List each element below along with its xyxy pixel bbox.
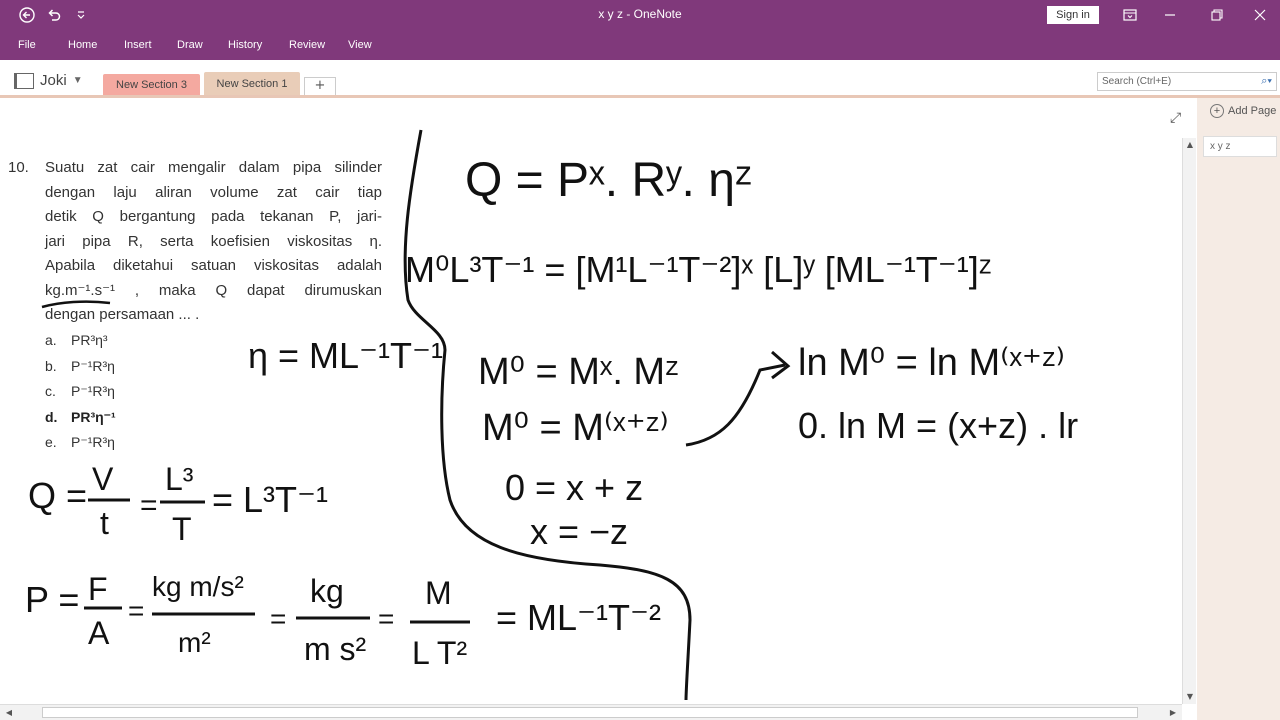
dimension-equation: M⁰L³T⁻¹ = [M¹L⁻¹T⁻²]ˣ [L]ʸ [ML⁻¹T⁻¹]ᶻ	[405, 249, 992, 290]
scroll-left-icon[interactable]: ◀	[2, 706, 16, 720]
search-icon[interactable]: ⌕▾	[1261, 75, 1272, 88]
p-dim-LT2: L T²	[412, 635, 467, 671]
mass-step-2: M⁰ = M⁽ˣ⁺ᶻ⁾	[482, 407, 669, 449]
p-dim-kgms: kg m/s²	[152, 571, 244, 602]
ink-layer: η = ML⁻¹T⁻¹ Q = V t = L³ T = L³T⁻¹ P = F…	[25, 129, 1078, 701]
horizontal-scroll-thumb[interactable]	[42, 707, 1138, 718]
mass-step-3: 0 = x + z	[505, 467, 643, 508]
vertical-scrollbar[interactable]: ▲ ▼	[1182, 138, 1196, 704]
q-dim-l3: L³	[165, 461, 194, 497]
p-dim-M: M	[425, 575, 452, 611]
eta-dimension: η = ML⁻¹T⁻¹	[248, 335, 443, 376]
add-page-label: Add Page	[1228, 105, 1277, 117]
main-equation: Q = Pˣ. Rʸ. ηᶻ	[465, 154, 752, 207]
scroll-right-icon[interactable]: ▶	[1166, 706, 1180, 720]
q-dim-label: Q =	[28, 475, 87, 516]
q-dim-eq: =	[140, 489, 158, 522]
restore-icon[interactable]	[1197, 0, 1237, 30]
close-icon[interactable]	[1240, 0, 1280, 30]
q-dim-t: t	[100, 505, 109, 541]
add-page-button[interactable]: + Add Page	[1210, 104, 1276, 118]
p-dim-eq2: =	[270, 603, 286, 634]
plus-icon: +	[1210, 104, 1224, 118]
p-dim-a: A	[88, 615, 110, 651]
q-dim-T: T	[172, 511, 192, 547]
q-dim-v: V	[92, 461, 114, 497]
page-item[interactable]: x y z	[1203, 136, 1277, 157]
ink-underline	[41, 300, 111, 309]
ink-arrow	[685, 363, 786, 447]
p-dim-ms2: m s²	[304, 631, 367, 667]
horizontal-scrollbar[interactable]: ◀ ▶	[0, 704, 1182, 720]
p-dim-label: P =	[25, 579, 79, 620]
log-step-2: 0. ln M = (x+z) . lr	[798, 405, 1078, 446]
p-dim-eq3: =	[378, 603, 394, 634]
p-dim-m2: m²	[178, 627, 211, 658]
log-step-1: ln M⁰ = ln M⁽ˣ⁺ᶻ⁾	[798, 342, 1065, 384]
p-dim-f: F	[88, 571, 108, 607]
p-dim-eq1: =	[128, 595, 144, 626]
q-dim-result: = L³T⁻¹	[212, 479, 328, 520]
p-dim-result: = ML⁻¹T⁻²	[496, 597, 661, 638]
scroll-up-icon[interactable]: ▲	[1183, 138, 1197, 152]
mass-step-1: M⁰ = Mˣ. Mᶻ	[478, 351, 679, 393]
p-dim-kg: kg	[310, 573, 344, 609]
scroll-down-icon[interactable]: ▼	[1183, 690, 1197, 704]
mass-step-4: x = −z	[530, 511, 628, 552]
page-list-pane	[1197, 98, 1280, 720]
